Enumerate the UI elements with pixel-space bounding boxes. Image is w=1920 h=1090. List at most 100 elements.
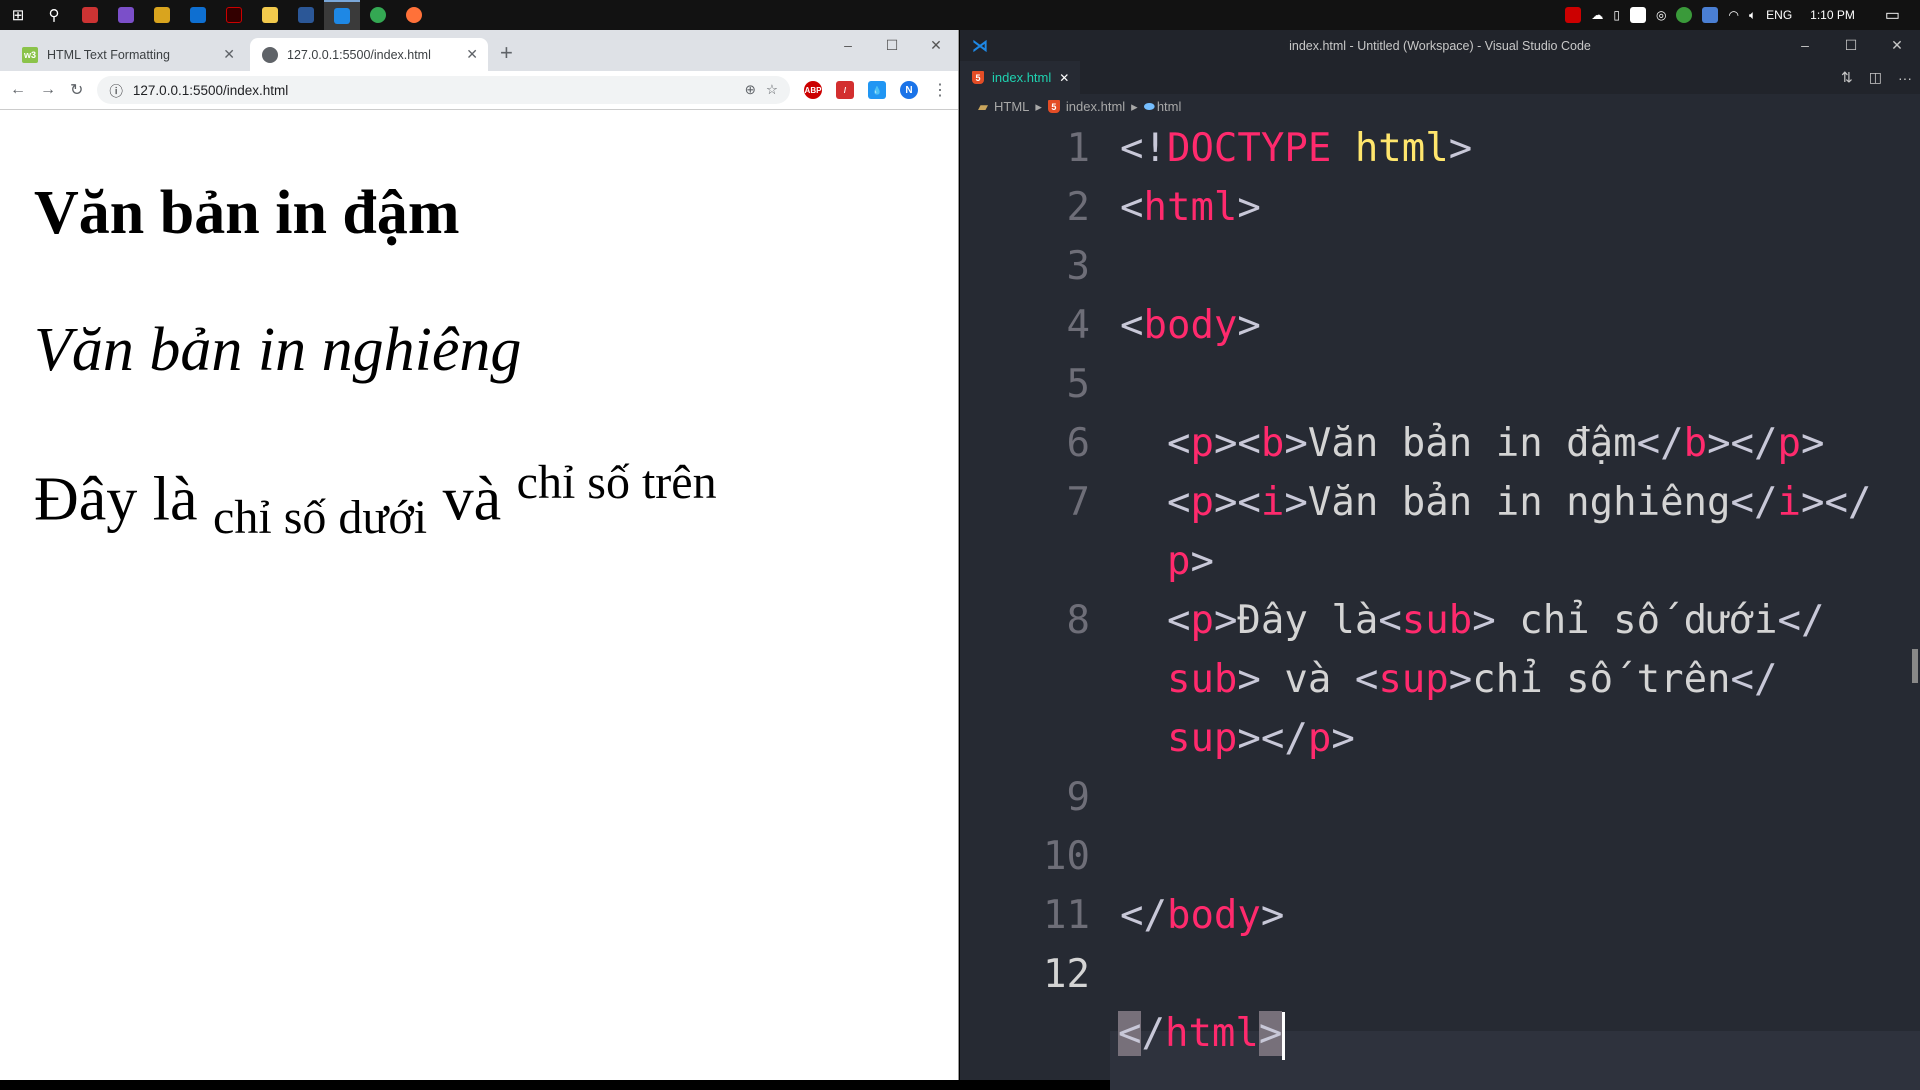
tab-title: HTML Text Formatting bbox=[47, 47, 170, 62]
bold-text: Văn bản in đậm bbox=[34, 179, 460, 247]
sub-sup-paragraph: Đây là chỉ số dưới và chỉ số trên bbox=[34, 455, 717, 545]
tab-title: 127.0.0.1:5500/index.html bbox=[287, 47, 431, 62]
code-editor[interactable]: 123456789101112 <<!!DOCTYPE html> <html>… bbox=[960, 119, 1920, 1090]
maximize-button[interactable]: ☐ bbox=[870, 30, 914, 60]
html5-icon: 5 bbox=[1047, 100, 1060, 113]
browser-tab-active[interactable]: 127.0.0.1:5500/index.html ✕ bbox=[250, 38, 488, 71]
menu-icon[interactable]: ⋮ bbox=[932, 80, 948, 100]
network-app-icon[interactable]: ◎ bbox=[1656, 8, 1666, 22]
address-bar[interactable]: ⓘ 127.0.0.1:5500/index.html ⊕ ☆ bbox=[97, 76, 790, 104]
system-tray: ☁ ▯ ◎ ◠ 🔈︎ ENG 1:10 PM ▭ bbox=[1565, 0, 1920, 30]
maximize-button[interactable]: ☐ bbox=[1828, 30, 1874, 61]
minimize-button[interactable]: – bbox=[1782, 30, 1828, 61]
unikey-icon[interactable] bbox=[72, 0, 108, 30]
editor-tab-index-html[interactable]: 5 index.html ✕ bbox=[960, 61, 1080, 94]
line-number bbox=[960, 532, 1090, 591]
teamviewer-icon[interactable] bbox=[180, 0, 216, 30]
app-tray-icon[interactable] bbox=[1702, 7, 1719, 23]
html5-icon: 5 bbox=[972, 71, 984, 84]
code-line: <html> bbox=[1120, 185, 1261, 230]
zoom-icon[interactable]: ⊕ bbox=[745, 82, 756, 98]
chevron-right-icon: ▸ bbox=[1131, 98, 1138, 114]
browser-tab[interactable]: w3 HTML Text Formatting ✕ bbox=[10, 38, 245, 71]
garena-icon[interactable] bbox=[216, 0, 252, 30]
breadcrumb-item[interactable]: html bbox=[1157, 99, 1182, 114]
italic-paragraph: Văn bản in nghiêng bbox=[34, 315, 521, 386]
code-line-wrap: sup></p> bbox=[1166, 716, 1355, 761]
bold-paragraph: Văn bản in đậm bbox=[34, 178, 460, 249]
chrome-icon[interactable] bbox=[360, 0, 396, 30]
wifi-icon[interactable]: ◠ bbox=[1728, 8, 1738, 22]
reload-icon[interactable]: ↻ bbox=[70, 80, 83, 100]
close-tab-icon[interactable]: ✕ bbox=[466, 46, 478, 63]
code-line: </body> bbox=[1120, 893, 1285, 938]
pdf-extension-icon[interactable]: / bbox=[836, 81, 854, 99]
window-title: index.html - Untitled (Workspace) - Visu… bbox=[1289, 38, 1591, 53]
line-number: 3 bbox=[1066, 244, 1090, 289]
security-icon[interactable] bbox=[1629, 7, 1646, 23]
code-line: <body> bbox=[1120, 303, 1261, 348]
bookmark-star-icon[interactable]: ☆ bbox=[766, 82, 778, 98]
italic-text: Văn bản in nghiêng bbox=[34, 316, 522, 384]
info-icon[interactable]: ⓘ bbox=[109, 80, 123, 100]
notification-icon[interactable]: ▭ bbox=[1885, 5, 1900, 25]
volume-icon[interactable]: 🔈︎ bbox=[1749, 8, 1756, 23]
code-line: <p>Đây là<sub> chỉ số dưới</ bbox=[1166, 598, 1825, 643]
vscode-window: ⋊ index.html - Untitled (Workspace) - Vi… bbox=[960, 30, 1920, 1090]
app-icon[interactable] bbox=[144, 0, 180, 30]
vscode-titlebar: ⋊ index.html - Untitled (Workspace) - Vi… bbox=[960, 30, 1920, 61]
w3schools-icon: w3 bbox=[22, 46, 38, 63]
file-explorer-icon[interactable] bbox=[252, 0, 288, 30]
visual-studio-icon[interactable] bbox=[108, 0, 144, 30]
code-line: <p><i>Văn bản in nghiêng</i></ bbox=[1166, 480, 1872, 525]
adblock-icon[interactable]: ABP bbox=[804, 81, 822, 99]
forward-icon[interactable]: → bbox=[40, 81, 56, 99]
code-line: <p><b>Văn bản in đậm</b></p> bbox=[1166, 421, 1825, 466]
compare-changes-icon[interactable]: ⇅ bbox=[1841, 69, 1853, 86]
windows-start-icon[interactable]: ⊞ bbox=[0, 0, 36, 30]
clock[interactable]: 1:10 PM bbox=[1810, 8, 1855, 22]
text: và bbox=[442, 465, 502, 534]
taskbar: ⊞ ⚲ ☁ ▯ ◎ ◠ 🔈︎ ENG 1:10 PM ▭ bbox=[0, 0, 1920, 30]
more-actions-icon[interactable]: ··· bbox=[1898, 70, 1912, 86]
line-number: 10 bbox=[1043, 834, 1090, 879]
split-editor-icon[interactable]: ◫ bbox=[1869, 69, 1882, 86]
line-number: 12 bbox=[1043, 952, 1090, 997]
onedrive-icon[interactable]: ☁ bbox=[1591, 8, 1603, 22]
minimize-button[interactable]: – bbox=[826, 30, 870, 60]
idm-icon[interactable] bbox=[1676, 7, 1693, 23]
profile-avatar[interactable]: N bbox=[900, 81, 918, 99]
scrollbar[interactable] bbox=[1912, 649, 1918, 683]
vscode-logo-icon: ⋊ bbox=[972, 37, 988, 55]
line-number: 2 bbox=[1066, 185, 1090, 230]
garena-tray-icon[interactable] bbox=[1565, 7, 1582, 23]
close-window-button[interactable]: ✕ bbox=[1874, 30, 1920, 61]
breadcrumb-item[interactable]: index.html bbox=[1066, 99, 1125, 114]
line-number: 6 bbox=[1066, 421, 1090, 466]
word-icon[interactable] bbox=[288, 0, 324, 30]
usb-icon[interactable]: ▯ bbox=[1613, 8, 1620, 22]
close-tab-icon[interactable]: ✕ bbox=[223, 46, 235, 63]
close-window-button[interactable]: ✕ bbox=[914, 30, 958, 60]
vscode-icon[interactable] bbox=[324, 0, 360, 30]
breadcrumb: ▰ HTML ▸ 5 index.html ▸ ⬬ html bbox=[960, 94, 1920, 119]
line-number bbox=[960, 709, 1090, 768]
close-tab-icon[interactable]: ✕ bbox=[1059, 71, 1069, 85]
line-number: 9 bbox=[1066, 775, 1090, 820]
breadcrumb-item[interactable]: HTML bbox=[994, 99, 1029, 114]
text: Đây là bbox=[34, 465, 198, 534]
line-number: 1 bbox=[1066, 126, 1090, 171]
browser-window: w3 HTML Text Formatting ✕ 127.0.0.1:5500… bbox=[0, 30, 959, 1080]
back-icon[interactable]: ← bbox=[10, 81, 26, 99]
dropbox-extension-icon[interactable]: 💧 bbox=[868, 81, 886, 99]
firefox-icon[interactable] bbox=[396, 0, 432, 30]
search-icon[interactable]: ⚲ bbox=[36, 0, 72, 30]
new-tab-button[interactable]: + bbox=[500, 40, 513, 66]
url-text: 127.0.0.1:5500/index.html bbox=[132, 82, 289, 98]
language-indicator[interactable]: ENG bbox=[1766, 8, 1792, 22]
line-number: 8 bbox=[1066, 598, 1090, 643]
line-number: 11 bbox=[1043, 893, 1090, 938]
folder-icon: ▰ bbox=[978, 98, 988, 114]
tab-label: index.html bbox=[992, 70, 1052, 85]
line-number: 4 bbox=[1066, 303, 1090, 348]
